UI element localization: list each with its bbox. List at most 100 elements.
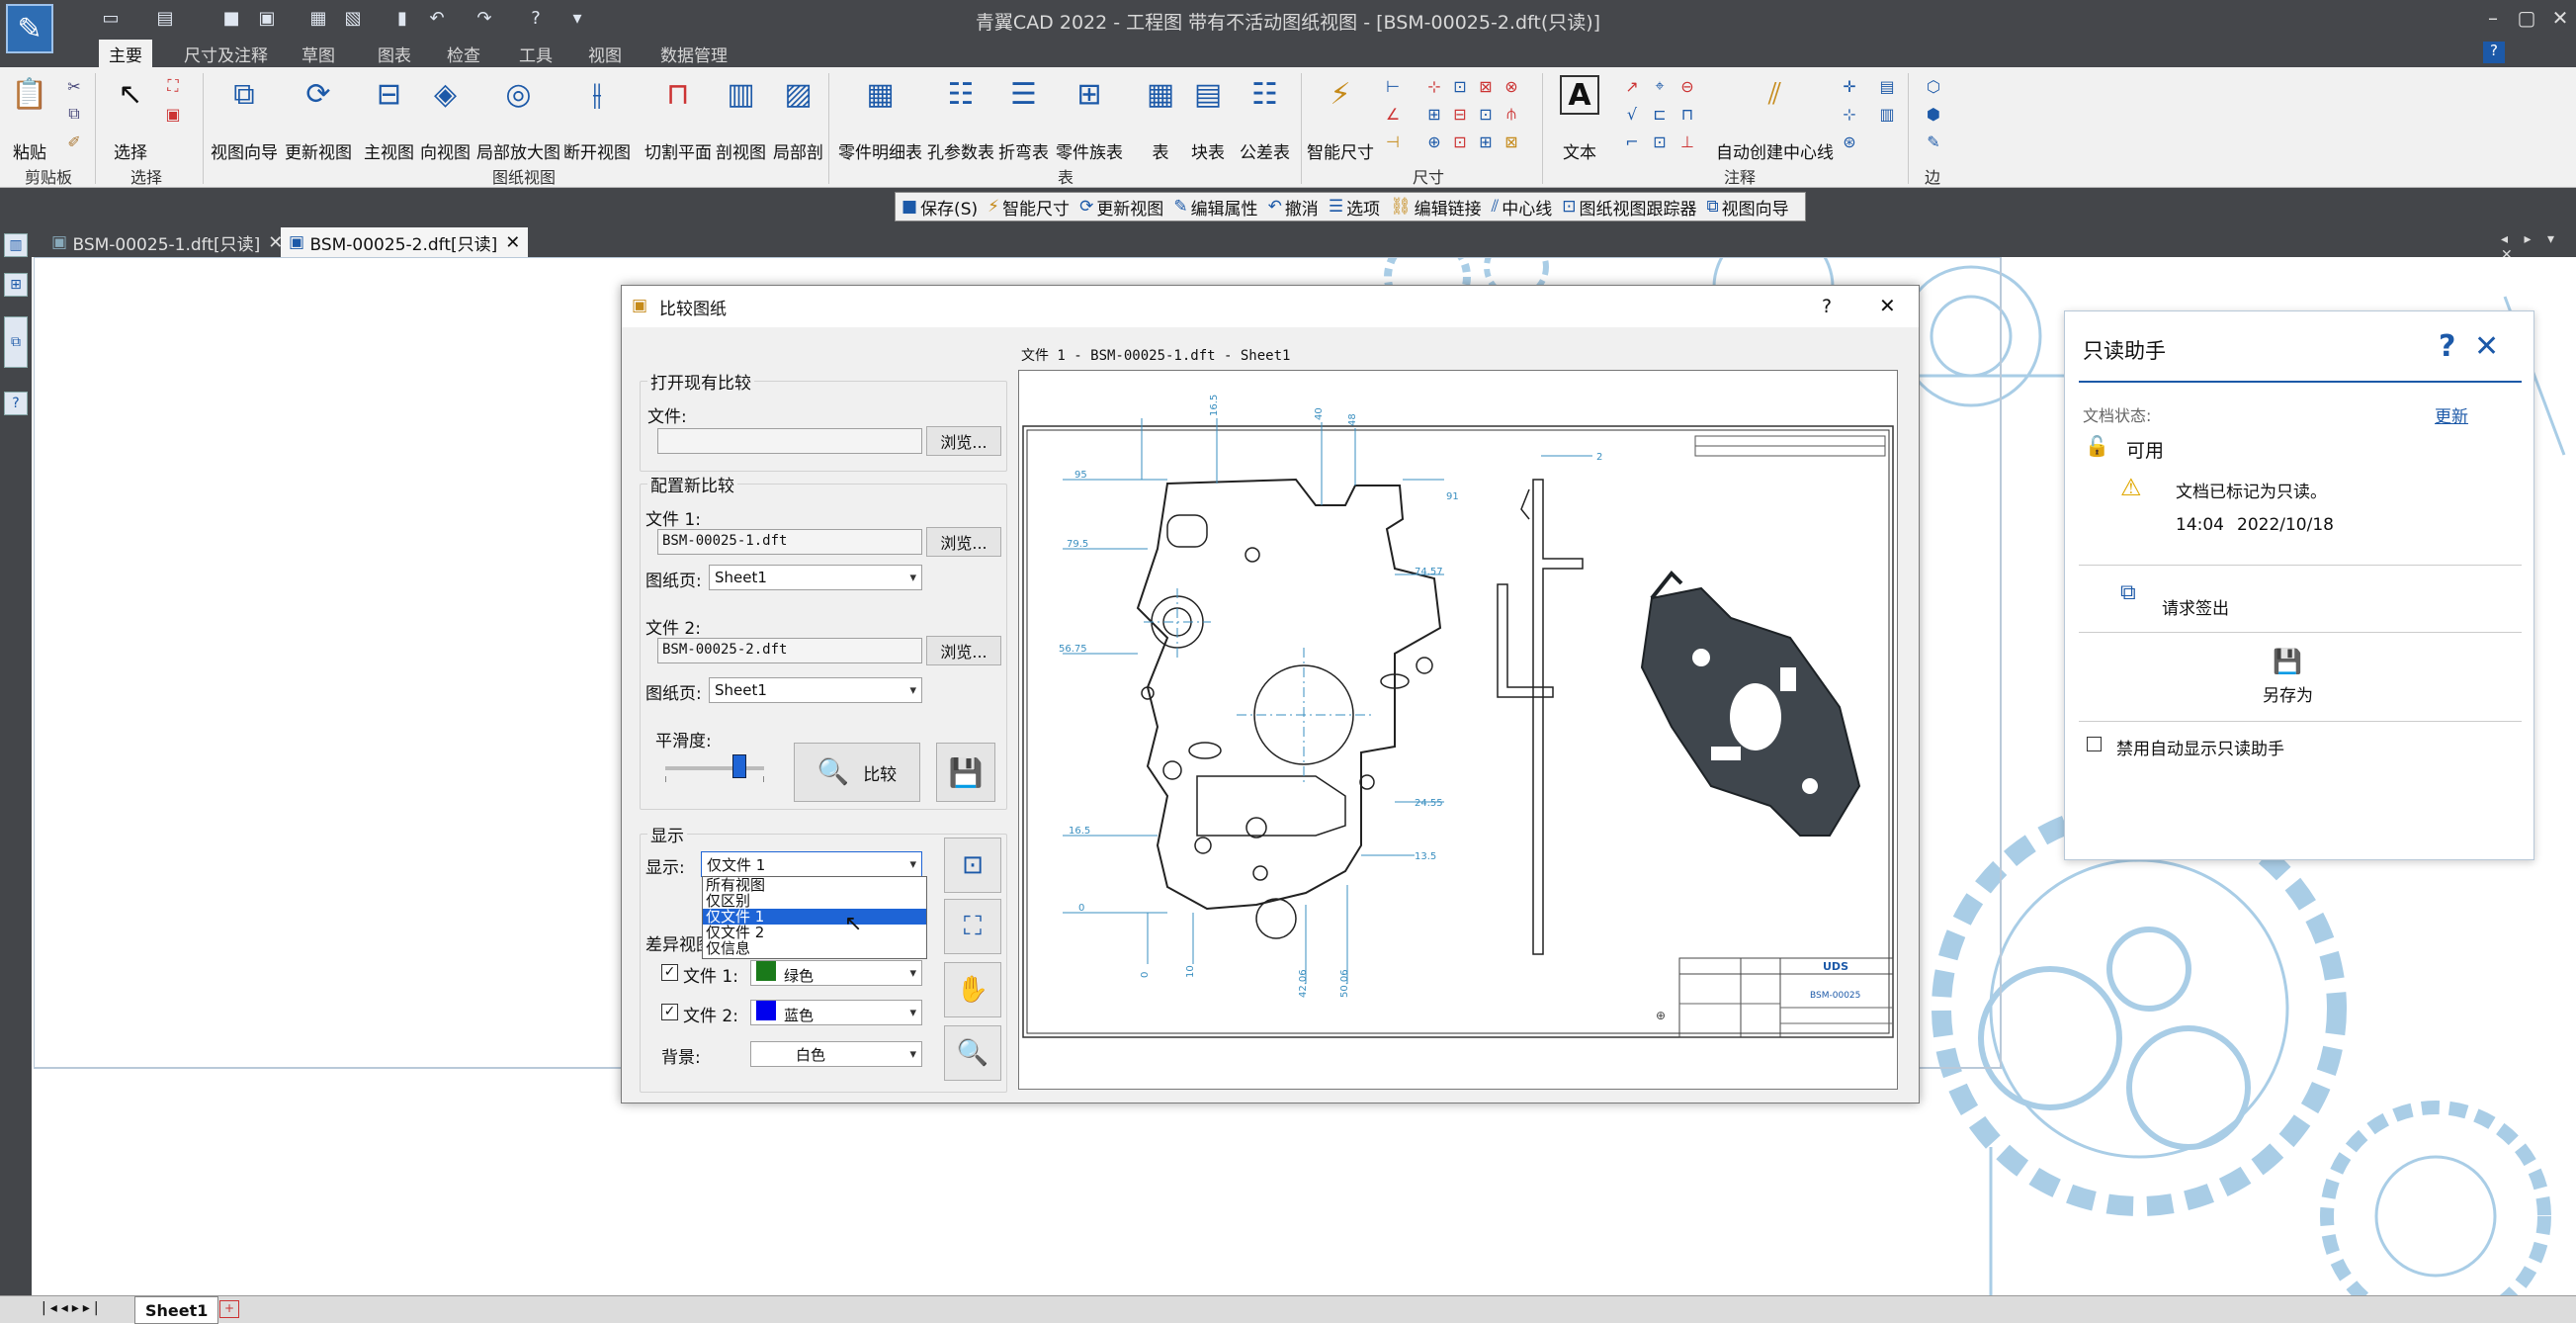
centermark-icon[interactable]: ✛ — [1839, 75, 1860, 97]
maximize-button[interactable]: ▢ — [2511, 4, 2542, 32]
dim-icon-7[interactable]: ⊡ — [1475, 103, 1497, 125]
cmd-options[interactable]: ☰ 选项 — [1329, 195, 1380, 220]
dropdown-option-selected[interactable]: 仅文件 1 — [703, 909, 926, 925]
cmd-undo[interactable]: ↶ 撤消 — [1268, 195, 1319, 220]
dim-icon-2[interactable]: ⊡ — [1449, 75, 1471, 97]
tab-inspect[interactable]: 检查 — [437, 40, 490, 67]
bend-table-button[interactable]: ☰ 折弯表 — [998, 71, 1049, 164]
detail-view-button[interactable]: ◎ 局部放大图 — [476, 71, 560, 164]
tab-tools[interactable]: 工具 — [509, 40, 562, 67]
select-filter-icon[interactable]: ⛶ — [162, 75, 184, 97]
dim-icon-1[interactable]: ⊹ — [1423, 75, 1445, 97]
browse-file2-button[interactable]: 浏览... — [926, 636, 1001, 665]
dialog-close-button[interactable]: ✕ — [1879, 294, 1896, 317]
aux-view-button[interactable]: ◈ 向视图 — [420, 71, 471, 164]
fit-button[interactable]: ⛶ — [944, 899, 1001, 954]
broken-out-button[interactable]: ▨ 局部剖 — [773, 71, 823, 164]
edge-icon-3[interactable]: ✎ — [1923, 131, 1944, 152]
datum-icon[interactable]: ⊡ — [1649, 131, 1671, 152]
paste-button[interactable]: 📋 粘贴 — [8, 71, 51, 164]
close-icon[interactable]: ✕ — [2474, 329, 2499, 364]
dim-icon-3[interactable]: ⊠ — [1475, 75, 1497, 97]
request-checkout-button[interactable]: 请求签出 — [2162, 594, 2229, 619]
dim-icon-4[interactable]: ⊗ — [1501, 75, 1522, 97]
cmd-smart-dimension[interactable]: ⚡ 智能尺寸 — [987, 195, 1070, 220]
file1-color-checkbox[interactable]: ✓ — [661, 964, 678, 981]
refresh-link[interactable]: 更新 — [2435, 402, 2468, 427]
cmd-view-wizard[interactable]: ⧉ 视图向导 — [1707, 195, 1789, 220]
cmd-edit-links[interactable]: ⛓ 编辑链接 — [1390, 195, 1482, 220]
help-icon[interactable]: ? — [2483, 42, 2505, 63]
drawing-preview[interactable]: 95 79.5 56.75 16.5 0 16.5 40 48 91 74.57… — [1018, 370, 1898, 1090]
leader-icon[interactable]: ↗ — [1621, 75, 1643, 97]
dropdown-option[interactable]: 仅信息 — [703, 940, 926, 956]
layers-icon[interactable]: ⊞ — [4, 273, 28, 297]
cmd-save[interactable]: ■ 保存(S) — [902, 195, 978, 220]
sheet1-select[interactable]: Sheet1 ▾ — [709, 565, 922, 590]
edge-icon-1[interactable]: ⬡ — [1923, 75, 1944, 97]
edge-icon-2[interactable]: ⬢ — [1923, 103, 1944, 125]
doc-tab-1[interactable]: ▣ BSM-00025-1.dft[只读] ✕ — [43, 227, 291, 257]
dialog-help-button[interactable]: ? — [1822, 296, 1832, 317]
new-sheet-icon[interactable]: + — [219, 1300, 239, 1318]
cutting-plane-button[interactable]: ⊓ 切割平面 — [644, 71, 712, 164]
pathfinder-icon[interactable]: ▥ — [4, 233, 28, 257]
file1-color-select[interactable]: 绿色 ▾ — [750, 960, 922, 986]
dim-icon-5[interactable]: ⊞ — [1423, 103, 1445, 125]
zoom-button[interactable]: 🔍 — [944, 1025, 1001, 1081]
smart-dimension-button[interactable]: ⚡ 智能尺寸 — [1307, 71, 1374, 164]
app-logo-icon[interactable]: ✎ — [6, 4, 53, 53]
browse-existing-button[interactable]: 浏览... — [926, 426, 1001, 456]
pan-button[interactable]: ✋ — [944, 962, 1001, 1017]
edge-condition-icon[interactable]: ⌐ — [1621, 131, 1643, 152]
help-icon[interactable]: ? — [2439, 329, 2455, 364]
balloon-icon[interactable]: ⊖ — [1676, 75, 1698, 97]
tab-chart[interactable]: 图表 — [368, 40, 421, 67]
tab-data-management[interactable]: 数据管理 — [650, 40, 737, 67]
text-button[interactable]: A 文本 — [1560, 71, 1599, 163]
browse-file1-button[interactable]: 浏览... — [926, 527, 1001, 557]
file1-input[interactable]: BSM-00025-1.dft — [657, 529, 922, 555]
smoothness-slider[interactable] — [732, 754, 746, 778]
dropdown-option[interactable]: 仅文件 2 — [703, 925, 926, 940]
cmd-centerline[interactable]: ⫽ 中心线 — [1492, 195, 1553, 220]
cmd-update-view[interactable]: ⟳ 更新视图 — [1079, 195, 1163, 220]
weld-icon[interactable]: ⊏ — [1649, 103, 1671, 125]
family-table-button[interactable]: ⊞ 零件族表 — [1056, 71, 1123, 164]
principal-view-button[interactable]: ⊟ 主视图 — [364, 71, 414, 164]
dropdown-option[interactable]: 所有视图 — [703, 877, 926, 893]
tab-sketch[interactable]: 草图 — [292, 40, 345, 67]
file2-input[interactable]: BSM-00025-2.dft — [657, 638, 922, 663]
zoom-area-button[interactable]: ⊡ — [944, 838, 1001, 893]
select-box-icon[interactable]: ▣ — [162, 103, 184, 125]
update-view-button[interactable]: ⟳ 更新视图 — [285, 71, 352, 164]
dim-icon-10[interactable]: ⊡ — [1449, 131, 1471, 152]
chain-dim-icon[interactable]: ⊣ — [1382, 131, 1404, 152]
section-view-button[interactable]: ▥ 剖视图 — [716, 71, 766, 164]
existing-file-input[interactable] — [657, 428, 922, 454]
angle-dim-icon[interactable]: ∠ — [1382, 103, 1404, 125]
auto-centerline-button[interactable]: ⫽ 自动创建中心线 — [1716, 71, 1834, 164]
tab-view[interactable]: 视图 — [578, 40, 632, 67]
view-wizard-button[interactable]: ⧉ 视图向导 — [211, 71, 278, 164]
feature-control-icon[interactable]: ⊓ — [1676, 103, 1698, 125]
cmd-edit-properties[interactable]: ✎ 编辑属性 — [1173, 195, 1257, 220]
dim-icon-9[interactable]: ⊕ — [1423, 131, 1445, 152]
copy-icon[interactable]: ⧉ — [63, 103, 85, 125]
broken-view-button[interactable]: ⫲ 断开视图 — [563, 71, 631, 164]
surface-texture-icon[interactable]: √ — [1621, 103, 1643, 125]
sheet-tab[interactable]: Sheet1 — [134, 1296, 219, 1324]
tolerance-table-button[interactable]: ☷ 公差表 — [1240, 71, 1290, 164]
doc-tab-2[interactable]: ▣ BSM-00025-2.dft[只读] ✕ — [281, 227, 529, 257]
compare-button[interactable]: 🔍 比较 — [794, 743, 920, 802]
sheet2-select[interactable]: Sheet1 ▾ — [709, 677, 922, 703]
show-select[interactable]: 仅文件 1 ▾ — [701, 851, 922, 877]
callout-icon[interactable]: ⌖ — [1649, 75, 1671, 97]
minimize-button[interactable]: – — [2477, 4, 2509, 32]
block-table-button[interactable]: ▤ 块表 — [1186, 71, 1230, 164]
tab-dimension[interactable]: 尺寸及注释 — [174, 40, 278, 67]
centerline-icon[interactable]: ⊹ — [1839, 103, 1860, 125]
select-button[interactable]: ↖ 选择 — [109, 71, 152, 164]
sheet-nav-arrows[interactable]: |◂◂▸▸| — [42, 1300, 103, 1316]
close-button[interactable]: ✕ — [2544, 4, 2576, 32]
